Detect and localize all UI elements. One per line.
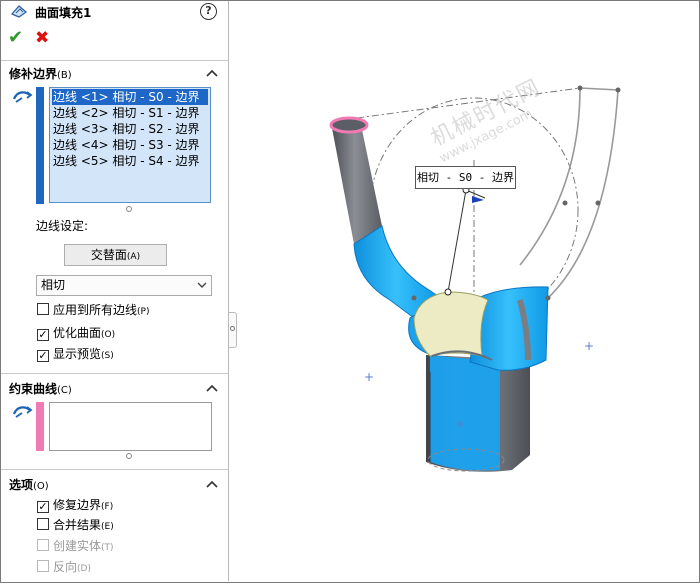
collapse-chevron-icon[interactable] [206,68,218,78]
constraint-curves-header[interactable]: 约束曲线(C) [9,380,72,397]
create-solid-checkbox: 创建实体(T) [37,539,114,555]
optimize-surface-checkbox[interactable]: ✓ 优化曲面(O) [37,326,115,342]
checkbox-box-checked: ✓ [37,500,49,513]
checkbox-shortcut: (S) [101,351,114,361]
edge-settings-label: 边线设定: [36,219,89,233]
checkbox-label: 优化曲面 [53,326,102,340]
edge-list-item[interactable]: 边线 <5> 相切 - S4 - 边界 [50,153,210,169]
fill-patch-surface [413,291,489,357]
collapse-chevron-icon[interactable] [206,479,218,489]
checkbox-label: 合并结果 [53,518,102,532]
checkbox-shortcut: (D) [77,564,91,574]
options-shortcut: (O) [33,481,49,492]
splitter-grip [230,326,235,331]
help-button[interactable]: ? [200,3,217,20]
sketch-curve [547,87,619,299]
alternate-face-button[interactable]: 交替面(A) [64,244,167,266]
edge-callout-label[interactable]: 相切 - S0 - 边界 [415,166,516,189]
edge-list-item[interactable]: 边线 <3> 相切 - S2 - 边界 [50,121,210,137]
section-divider [1,60,229,61]
checkbox-box [37,560,49,572]
show-preview-checkbox[interactable]: ✓ 显示预览(S) [37,347,114,363]
checkbox-box [37,303,49,315]
checkbox-box [37,539,49,551]
checkbox-box-checked: ✓ [37,349,49,362]
curvature-condition-value: 相切 [41,278,66,292]
checkbox-box-checked: ✓ [37,328,49,341]
patch-boundary-shortcut: (B) [57,70,72,81]
fix-bounds-checkbox[interactable]: ✓ 修复边界(F) [37,498,113,514]
checkbox-label: 修复边界 [53,498,102,512]
model-view: + + + [329,85,621,472]
constraint-curves-shortcut: (C) [57,385,72,396]
feature-title: 曲面填充1 [35,6,92,20]
ok-button[interactable]: ✔ [8,29,26,47]
apply-all-edges-checkbox[interactable]: 应用到所有边线(P) [37,303,149,319]
surface-fill-icon [10,5,28,18]
checkbox-shortcut: (O) [101,330,116,340]
options-header[interactable]: 选项(O) [9,476,49,493]
checkbox-label: 创建实体 [53,539,102,553]
section-divider [1,469,229,470]
merge-result-checkbox[interactable]: 合并结果(E) [37,518,114,534]
list-resize-handle[interactable] [126,453,132,459]
edge-list-item[interactable]: 边线 <4> 相切 - S3 - 边界 [50,137,210,153]
collapse-chevron-icon[interactable] [206,383,218,393]
checkbox-shortcut: (T) [101,543,114,553]
sketch-leader [447,189,486,293]
svg-text:+: + [455,417,465,431]
constraint-curves-title: 约束曲线 [9,382,58,396]
checkbox-shortcut: (P) [137,307,150,317]
boundary-edge-list[interactable]: 边线 <1> 相切 - S0 - 边界 边线 <2> 相切 - S1 - 边界 … [49,87,211,203]
checkbox-label: 应用到所有边线 [53,303,138,317]
section-divider [1,373,229,374]
checkbox-label: 反向 [53,560,78,574]
list-resize-handle[interactable] [126,206,132,212]
edge-selection-icon [12,91,33,103]
base-cylinder-surface [430,355,500,471]
constraint-curve-list[interactable] [49,402,212,451]
tube-opening-edge [329,116,369,134]
checkbox-shortcut: (F) [101,502,114,512]
boundary-color-strip [36,87,44,204]
svg-text:+: + [584,339,594,353]
curve-selection-icon [12,406,33,418]
patch-boundary-title: 修补边界 [9,67,58,81]
alternate-face-label: 交替面 [90,248,127,262]
patch-boundary-header[interactable]: 修补边界(B) [9,65,72,82]
edge-list-item[interactable]: 边线 <2> 相切 - S1 - 边界 [50,105,210,121]
chevron-down-icon [197,282,207,288]
edge-list-item[interactable]: 边线 <1> 相切 - S0 - 边界 [52,89,208,105]
property-manager-panel: 曲面填充1 ? ✔ ✖ 修补边界(B) 边线 <1> 相切 - S0 - 边界 … [1,1,229,581]
reverse-checkbox: 反向(D) [37,560,91,576]
feature-title-bar: 曲面填充1 ? [1,1,229,23]
constraint-color-strip [36,402,44,451]
checkbox-shortcut: (E) [101,522,114,532]
panel-splitter-handle[interactable] [229,312,237,348]
upper-tube [332,120,382,244]
options-title: 选项 [9,478,34,492]
checkbox-box [37,518,49,530]
curvature-condition-select[interactable]: 相切 [36,275,212,296]
alternate-face-shortcut: (A) [126,252,141,262]
sketch-point [444,288,452,296]
svg-text:+: + [364,370,374,384]
cancel-button[interactable]: ✖ [35,29,53,47]
checkbox-label: 显示预览 [53,347,102,361]
graphics-viewport[interactable]: + + + 机械时代网 www.jxage.com 相切 - S0 - 边界 [238,1,699,582]
